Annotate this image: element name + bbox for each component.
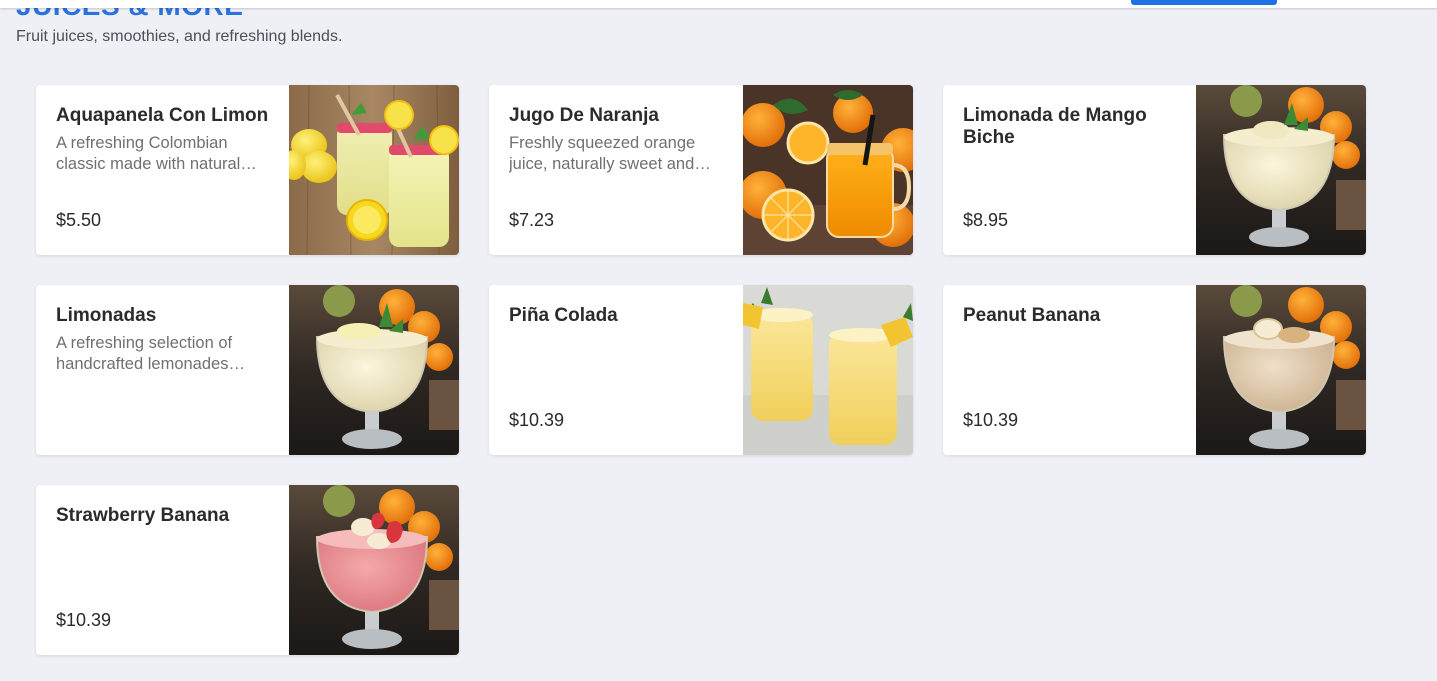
- menu-item-card[interactable]: Piña Colada $10.39: [489, 285, 913, 455]
- item-name: Peanut Banana: [963, 305, 1101, 326]
- menu-item-card[interactable]: Jugo De Naranja Freshly squeezed orange …: [489, 85, 913, 255]
- cream-smoothie-goblet-photo: [1196, 85, 1366, 255]
- item-description: A refreshing selection of handcrafted le…: [56, 334, 245, 373]
- peanut-banana-goblet-photo: [1196, 285, 1366, 455]
- pina-colada-glasses-photo: [743, 285, 913, 455]
- item-name: Piña Colada: [509, 305, 618, 326]
- item-price: $8.95: [963, 210, 1009, 230]
- item-name: Limonada de Mango Biche: [963, 105, 1147, 148]
- strawberry-banana-goblet-photo: [289, 485, 459, 655]
- item-name: Aquapanela Con Limon: [56, 105, 269, 126]
- lemonade-goblet-photo: [289, 285, 459, 455]
- top-nav-bar: [0, 0, 1437, 8]
- menu-item-card[interactable]: Aquapanela Con Limon A refreshing Colomb…: [36, 85, 459, 255]
- active-tab-indicator[interactable]: [1131, 0, 1277, 5]
- item-price: $10.39: [509, 410, 565, 430]
- item-description: Freshly squeezed orange juice, naturally…: [509, 134, 711, 173]
- item-price: $7.23: [509, 210, 555, 230]
- item-name: Strawberry Banana: [56, 505, 230, 526]
- menu-item-card[interactable]: Strawberry Banana $10.39: [36, 485, 459, 655]
- item-name: Limonadas: [56, 305, 157, 326]
- menu-item-card[interactable]: Peanut Banana $10.39: [943, 285, 1366, 455]
- item-price: $10.39: [963, 410, 1019, 430]
- lemonade-jars-photo: [289, 85, 459, 255]
- section-subtitle: Fruit juices, smoothies, and refreshing …: [16, 28, 343, 45]
- menu-item-card[interactable]: Limonada de Mango Biche $8.95: [943, 85, 1366, 255]
- item-price: $10.39: [56, 610, 112, 630]
- item-price: $5.50: [56, 210, 102, 230]
- menu-item-card[interactable]: Limonadas A refreshing selection of hand…: [36, 285, 459, 455]
- item-description: A refreshing Colombian classic made with…: [56, 134, 257, 173]
- menu-item-grid: Aquapanela Con Limon A refreshing Colomb…: [36, 85, 1366, 655]
- item-name: Jugo De Naranja: [509, 105, 659, 126]
- orange-juice-jar-photo: [743, 85, 913, 255]
